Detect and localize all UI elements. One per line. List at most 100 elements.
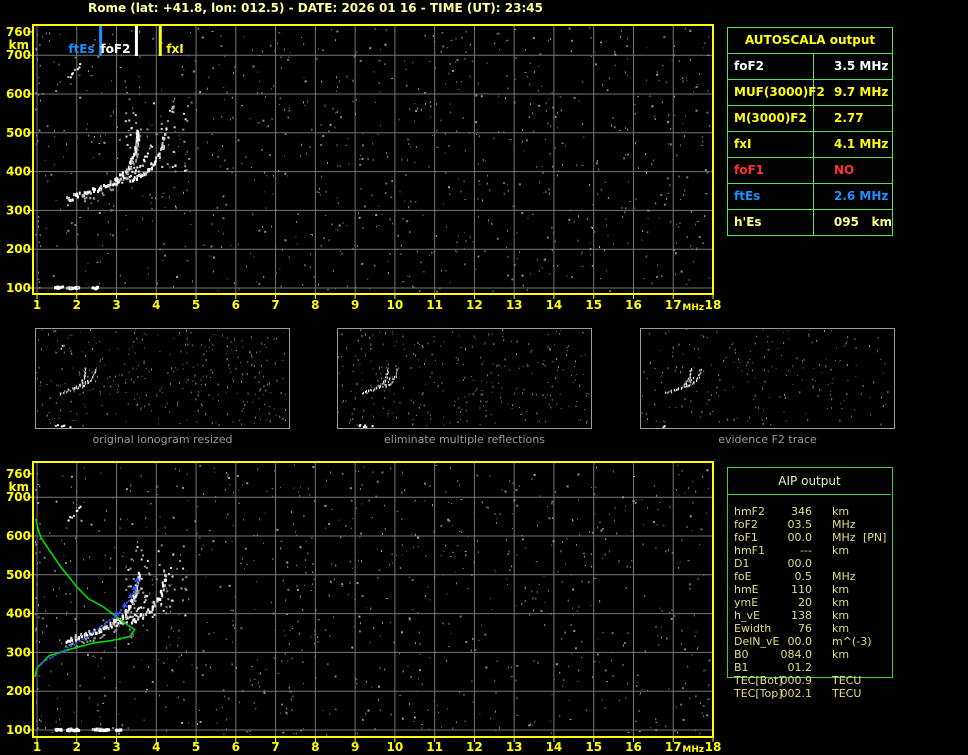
thumbnail-evidence-f2-trace-image xyxy=(640,328,895,429)
ionogram-plot-top: 123456789101112131415161718MHz760km70060… xyxy=(0,18,725,318)
parameter-name: foE xyxy=(734,570,752,583)
parameter-name: B1 xyxy=(734,661,749,674)
table-row: hmF1---km xyxy=(727,544,893,557)
svg-text:6: 6 xyxy=(232,740,240,754)
svg-text:MHz: MHz xyxy=(682,303,704,313)
svg-text:foF2: foF2 xyxy=(100,42,130,56)
parameter-unit: km xyxy=(832,583,849,596)
svg-text:4: 4 xyxy=(152,298,160,312)
grid xyxy=(34,463,712,736)
aip-table-title: AIP output xyxy=(728,468,891,495)
table-row: foF100.0MHz[PN] xyxy=(727,531,893,544)
parameter-value: NO xyxy=(814,158,892,183)
parameter-name: foF2 xyxy=(728,54,814,79)
svg-text:13: 13 xyxy=(506,298,523,312)
scaled-frequency-markers: ftEsfoF2fxI xyxy=(68,26,183,56)
parameter-name: B0 xyxy=(734,648,749,661)
ionogram-trace xyxy=(54,63,168,290)
parameter-value: 095 km xyxy=(814,210,892,235)
thumbnail-content xyxy=(338,329,589,428)
parameter-unit: km xyxy=(832,622,849,635)
parameter-value: 01.2 xyxy=(755,661,812,674)
svg-text:700: 700 xyxy=(6,48,31,62)
axis-labels: 123456789101112131415161718MHz760km70060… xyxy=(6,25,721,313)
svg-text:7: 7 xyxy=(271,740,279,754)
svg-text:14: 14 xyxy=(546,298,563,312)
axis-labels: 123456789101112131415161718MHz760km70060… xyxy=(6,467,721,755)
parameter-value: 2.77 xyxy=(814,106,892,131)
parameter-value: 00.0 xyxy=(755,557,812,570)
ionogram-plot-bottom: 123456789101112131415161718MHz760km70060… xyxy=(0,455,725,755)
parameter-name: h'Es xyxy=(728,210,814,235)
svg-text:16: 16 xyxy=(625,740,642,754)
parameter-unit: MHz xyxy=(832,518,856,531)
ionogram-trace xyxy=(55,506,168,733)
svg-text:100: 100 xyxy=(6,723,31,737)
svg-text:4: 4 xyxy=(152,740,160,754)
parameter-unit: km xyxy=(832,596,849,609)
table-row: hmE110km xyxy=(727,583,893,596)
parameter-name: D1 xyxy=(734,557,749,570)
parameter-name: ftEs xyxy=(728,184,814,209)
parameter-value: 00.0 xyxy=(755,635,812,648)
svg-text:300: 300 xyxy=(6,203,31,217)
parameter-unit: MHz xyxy=(832,531,856,544)
svg-text:17: 17 xyxy=(665,298,682,312)
marker-line-fxI xyxy=(159,26,162,56)
parameter-value: 2.6 MHz xyxy=(814,184,892,209)
svg-text:2: 2 xyxy=(73,298,81,312)
autoscala-table-title: AUTOSCALA output xyxy=(727,27,893,54)
svg-text:8: 8 xyxy=(311,740,319,754)
parameter-value: 110 xyxy=(755,583,812,596)
table-row: ymE20km xyxy=(727,596,893,609)
svg-text:3: 3 xyxy=(112,740,120,754)
parameter-unit: km xyxy=(832,544,849,557)
svg-text:1: 1 xyxy=(33,298,41,312)
axes xyxy=(27,462,713,742)
parameter-value: 000.9 xyxy=(755,674,812,687)
svg-text:7: 7 xyxy=(271,298,279,312)
parameter-unit: TECU xyxy=(832,687,861,700)
table-row: fxI4.1 MHz xyxy=(727,132,893,158)
table-row: h'Es095 km xyxy=(727,210,893,236)
parameter-value: 03.5 xyxy=(755,518,812,531)
parameter-unit: km xyxy=(832,609,849,622)
thumbnail-eliminate-reflections: eliminate multiple reflections xyxy=(337,328,592,446)
parameter-value: 3.5 MHz xyxy=(814,54,892,79)
table-row: M(3000)F22.77 xyxy=(727,106,893,132)
table-row: MUF(3000)F29.7 MHz xyxy=(727,80,893,106)
svg-text:400: 400 xyxy=(6,165,31,179)
autoscala-output-table: AUTOSCALA outputfoF23.5 MHzMUF(3000)F29.… xyxy=(727,27,893,236)
svg-text:600: 600 xyxy=(6,87,31,101)
table-row: DelN_vE00.0m^(-3) xyxy=(727,635,893,648)
parameter-value: 9.7 MHz xyxy=(814,80,892,105)
svg-text:15: 15 xyxy=(585,298,602,312)
svg-text:5: 5 xyxy=(192,298,200,312)
svg-text:18: 18 xyxy=(705,298,722,312)
svg-text:MHz: MHz xyxy=(682,745,704,755)
svg-text:14: 14 xyxy=(546,740,563,754)
parameter-value: 4.1 MHz xyxy=(814,132,892,157)
parameter-value: 76 xyxy=(755,622,812,635)
svg-text:300: 300 xyxy=(6,645,31,659)
svg-text:500: 500 xyxy=(6,126,31,140)
parameter-name: fxI xyxy=(728,132,814,157)
svg-text:10: 10 xyxy=(387,740,404,754)
parameter-value: 00.0 xyxy=(755,531,812,544)
svg-text:8: 8 xyxy=(311,298,319,312)
aip-parameter-list: hmF2346kmfoF203.5MHzfoF100.0MHz[PN]hmF1-… xyxy=(727,505,893,700)
table-row: foE0.5MHz xyxy=(727,570,893,583)
table-row: foF203.5MHz xyxy=(727,518,893,531)
table-row: foF1NO xyxy=(727,158,893,184)
parameter-unit: m^(-3) xyxy=(832,635,871,648)
thumbnail-original-ionogram: original ionogram resized xyxy=(35,328,290,446)
svg-text:12: 12 xyxy=(466,298,483,312)
svg-text:ftEs: ftEs xyxy=(68,42,94,56)
table-row: B1 01.2 xyxy=(727,661,893,674)
thumbnail-content xyxy=(642,329,889,428)
svg-text:100: 100 xyxy=(6,281,31,295)
parameter-name: MUF(3000)F2 xyxy=(728,80,814,105)
svg-text:1: 1 xyxy=(33,740,41,754)
svg-text:760: 760 xyxy=(6,25,31,39)
thumbnail-caption: original ionogram resized xyxy=(35,433,290,446)
